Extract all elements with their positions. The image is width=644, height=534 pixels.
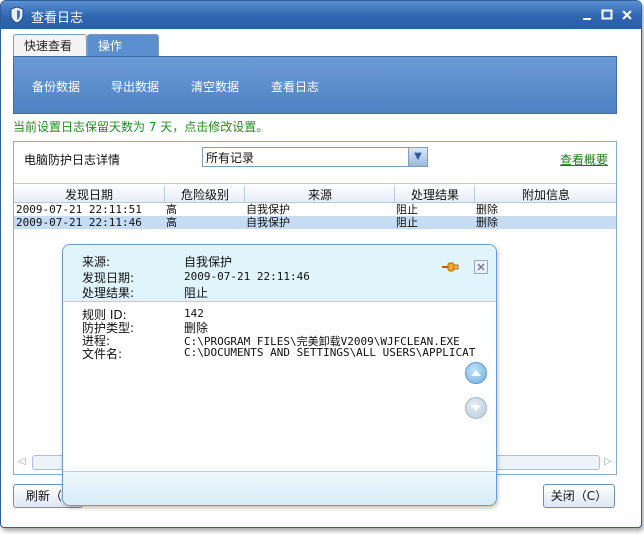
chevron-up-icon [471, 370, 481, 376]
popup-close-button[interactable] [474, 260, 488, 274]
minimize-button[interactable] [579, 7, 595, 23]
maximize-icon [601, 9, 613, 20]
window-title: 查看日志 [31, 11, 84, 26]
title-bar[interactable]: 查看日志 [1, 1, 641, 29]
retention-notice-link[interactable]: 当前设置日志保留天数为 7 天，点击修改设置。 [13, 118, 268, 135]
minimize-icon [583, 18, 591, 20]
cell-date: 2009-07-21 22:11:51 [16, 203, 142, 216]
column-header-extra[interactable]: 附加信息 [474, 186, 617, 202]
column-header-result[interactable]: 处理结果 [394, 186, 475, 202]
table-header: 发现日期 危险级别 来源 处理结果 附加信息 [14, 183, 616, 203]
popup-date-value: 2009-07-21 22:11:46 [184, 270, 310, 283]
popup-source-value: 自我保护 [184, 255, 233, 269]
scroll-up-button[interactable] [465, 362, 487, 384]
tab-quick-view[interactable]: 快速查看 [13, 34, 87, 57]
backup-data-button[interactable]: 备份数据 [32, 78, 80, 95]
tab-operations[interactable]: 操作 [87, 34, 159, 57]
popup-file-value: C:\DOCUMENTS AND SETTINGS\ALL USERS\APPL… [184, 346, 476, 359]
chevron-down-icon[interactable]: ▼ [408, 148, 427, 166]
popup-source-label: 来源: [82, 255, 111, 269]
scroll-right-icon[interactable]: ▷ [604, 456, 612, 467]
scroll-left-icon[interactable]: ◁ [18, 456, 26, 467]
scroll-down-button[interactable] [465, 397, 487, 419]
popup-result-value: 阻止 [184, 286, 209, 300]
cell-extra: 删除 [476, 216, 498, 229]
popup-file-label: 文件名: [82, 347, 123, 361]
export-data-button[interactable]: 导出数据 [111, 78, 159, 95]
filter-value: 所有记录 [206, 151, 255, 165]
cell-level: 高 [166, 203, 177, 216]
cell-source: 自我保护 [246, 216, 290, 229]
column-header-source[interactable]: 来源 [244, 186, 395, 202]
clear-data-button[interactable]: 清空数据 [191, 78, 239, 95]
view-log-button[interactable]: 查看日志 [271, 78, 319, 95]
detail-label: 电脑防护日志详情 [24, 153, 121, 167]
chevron-down-icon [471, 405, 481, 411]
view-overview-link[interactable]: 查看概要 [560, 151, 608, 168]
column-header-date[interactable]: 发现日期 [14, 186, 164, 202]
table-row[interactable]: 2009-07-21 22:11:51 高 自我保护 阻止 删除 [14, 203, 616, 216]
close-window-button[interactable] [619, 7, 635, 23]
cell-extra: 删除 [476, 203, 498, 216]
pin-icon[interactable] [441, 260, 459, 274]
cell-level: 高 [166, 216, 177, 229]
filter-select[interactable]: 所有记录 ▼ [202, 147, 428, 167]
table-row[interactable]: 2009-07-21 22:11:46 高 自我保护 阻止 删除 [14, 216, 616, 229]
close-button[interactable]: 关闭（C） [543, 484, 615, 508]
cell-result: 阻止 [396, 203, 418, 216]
shield-icon [10, 6, 24, 24]
column-header-level[interactable]: 危险级别 [164, 186, 245, 202]
close-icon [477, 263, 485, 271]
log-detail-popup: 来源: 自我保护 发现日期: 2009-07-21 22:11:46 处理结果:… [62, 244, 497, 506]
close-icon [622, 10, 632, 20]
cell-date: 2009-07-21 22:11:46 [16, 216, 142, 229]
operations-toolbar: 备份数据 导出数据 清空数据 查看日志 [13, 56, 617, 114]
maximize-button[interactable] [599, 7, 615, 23]
cell-source: 自我保护 [246, 203, 290, 216]
popup-result-label: 处理结果: [82, 286, 135, 300]
popup-footer [63, 471, 496, 505]
cell-result: 阻止 [396, 216, 418, 229]
